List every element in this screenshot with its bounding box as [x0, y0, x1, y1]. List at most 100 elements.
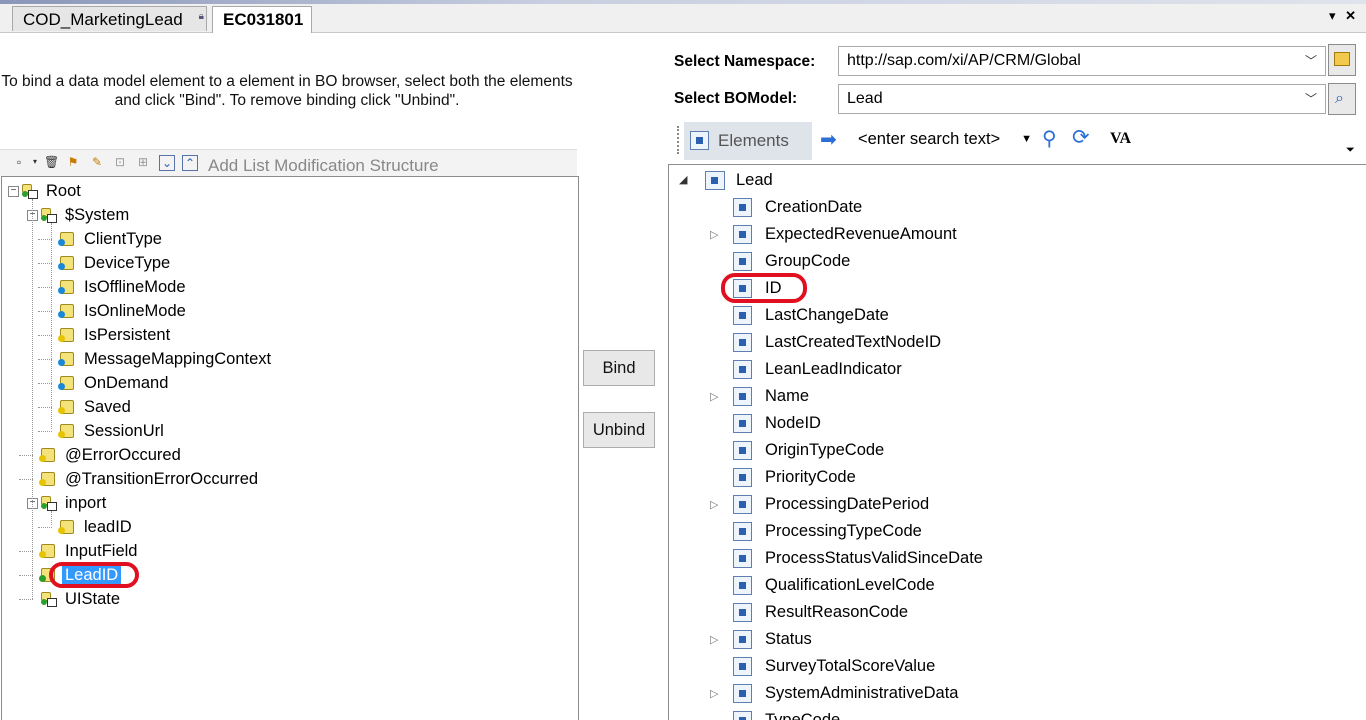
chevron-down-icon[interactable]: ﹀ — [1305, 85, 1317, 113]
hierarchy-icon[interactable]: ⊞ — [136, 155, 150, 169]
bo-tree-node[interactable]: LastChangeDate — [669, 302, 1359, 329]
find-icon[interactable]: ⚲ — [1042, 126, 1057, 151]
elements-toggle[interactable]: Elements — [684, 122, 812, 160]
bo-element-label: SurveyTotalScoreValue — [765, 657, 936, 675]
bo-element-label: ProcessStatusValidSinceDate — [765, 549, 983, 567]
rename-icon[interactable]: ✎ — [90, 155, 104, 169]
collapse-all-icon[interactable]: ⌄ — [159, 155, 175, 171]
tree-connector — [32, 199, 33, 599]
bo-root-node[interactable]: ◢ Lead — [669, 167, 1359, 194]
tree-node[interactable]: − inport — [2, 491, 572, 515]
new-icon[interactable]: ▫ — [12, 155, 26, 169]
tree-node[interactable]: IsOfflineMode — [2, 275, 572, 299]
tree-node[interactable]: IsPersistent — [2, 323, 572, 347]
bo-element-label: GroupCode — [765, 252, 851, 270]
bo-tree-node[interactable]: LeanLeadIndicator — [669, 356, 1359, 383]
tree-connector — [38, 335, 52, 336]
tree-node[interactable]: @ErrorOccured — [2, 443, 572, 467]
namespace-select[interactable]: http://sap.com/xi/AP/CRM/Global ﹀ — [838, 46, 1326, 76]
tree-node[interactable]: SessionUrl — [2, 419, 572, 443]
bo-tree-node[interactable]: PriorityCode — [669, 464, 1359, 491]
bomodel-value: Lead — [847, 90, 883, 107]
close-icon[interactable]: ✕ — [1345, 8, 1356, 23]
bo-tree-node[interactable]: SurveyTotalScoreValue — [669, 653, 1359, 680]
tree-node[interactable]: OnDemand — [2, 371, 572, 395]
bind-button[interactable]: Bind — [583, 350, 655, 386]
tree-connector — [19, 551, 33, 552]
expand-collapse-icon[interactable]: − — [8, 186, 19, 197]
bo-element-tree[interactable]: ◢ Lead CreationDate ▷ ExpectedRevenueAmount G… — [668, 164, 1366, 720]
tree-node[interactable]: − Root — [2, 179, 572, 203]
tab-label: EC031801 — [223, 10, 304, 29]
status-dot — [58, 335, 65, 342]
va-button[interactable]: VA — [1110, 130, 1131, 148]
bo-tree-node[interactable]: ▷ ProcessingDatePeriod — [669, 491, 1359, 518]
pin-icon[interactable]: 🔒︎ — [199, 4, 204, 29]
tree-node[interactable]: LeadID — [2, 562, 572, 588]
tree-node[interactable]: ClientType — [2, 227, 572, 251]
folder-icon — [1334, 52, 1350, 66]
bo-tree-node[interactable]: TypeCode — [669, 707, 1359, 720]
expanded-triangle-icon[interactable]: ◢ — [679, 167, 687, 194]
bo-tree-node[interactable]: ID — [669, 273, 1359, 303]
tree-node[interactable]: Saved — [2, 395, 572, 419]
data-model-tree[interactable]: − Root − $System ClientType DeviceType IsOffli… — [1, 176, 579, 720]
add-list-modification-structure[interactable]: Add List Modification Structure — [208, 156, 439, 176]
bo-tree-node[interactable]: OriginTypeCode — [669, 437, 1359, 464]
bo-tree-node[interactable]: ▷ SystemAdministrativeData — [669, 680, 1359, 707]
bo-tree-node[interactable]: CreationDate — [669, 194, 1359, 221]
tree-node-label: inport — [65, 494, 107, 512]
tab-cod-marketinglead[interactable]: COD_MarketingLead 🔒︎ — [12, 6, 207, 31]
bo-tree-node[interactable]: QualificationLevelCode — [669, 572, 1359, 599]
tree-node[interactable]: leadID — [2, 515, 572, 539]
bo-tree-node[interactable]: NodeID — [669, 410, 1359, 437]
bomodel-search-button[interactable]: ⌕ — [1328, 83, 1356, 115]
tree-connector — [19, 575, 33, 576]
overflow-chevron-icon[interactable]: ⏷ — [1346, 144, 1355, 157]
new-dropdown-icon[interactable]: ▾ — [28, 155, 42, 169]
tree-node-label: IsPersistent — [84, 326, 171, 344]
tree-node[interactable]: DeviceType — [2, 251, 572, 275]
arrow-right-icon[interactable]: ➡ — [820, 127, 837, 152]
expand-triangle-icon[interactable]: ▷ — [710, 222, 718, 249]
tree-connector — [38, 287, 52, 288]
search-icon: ⌕ — [1335, 90, 1344, 107]
bo-tree-node[interactable]: ▷ Name — [669, 383, 1359, 410]
element-icon — [733, 657, 752, 676]
expand-triangle-icon[interactable]: ▷ — [710, 627, 718, 654]
tree-node-label: @ErrorOccured — [65, 446, 181, 464]
expand-triangle-icon[interactable]: ▷ — [710, 384, 718, 411]
bo-tree-node[interactable]: GroupCode — [669, 248, 1359, 275]
tab-list-dropdown-icon[interactable]: ▾ — [1329, 8, 1336, 23]
bomodel-select[interactable]: Lead ﹀ — [838, 84, 1326, 114]
bo-tree-node[interactable]: ▷ Status — [669, 626, 1359, 653]
search-input[interactable]: <enter search text> ▼ — [848, 125, 1036, 155]
expand-triangle-icon[interactable]: ▷ — [710, 492, 718, 519]
delete-icon[interactable]: 🗑︎ — [44, 155, 59, 169]
bo-tree-node[interactable]: ResultReasonCode — [669, 599, 1359, 626]
namespace-browse-button[interactable] — [1328, 44, 1356, 76]
tree-node[interactable]: @TransitionErrorOccurred — [2, 467, 572, 491]
bo-tree-node[interactable]: ProcessingTypeCode — [669, 518, 1359, 545]
bind-structure-icon[interactable]: ⚑ — [66, 155, 80, 169]
bo-tree-node[interactable]: ProcessStatusValidSinceDate — [669, 545, 1359, 572]
lock-icon[interactable]: ⊡ — [113, 155, 127, 169]
expand-all-icon[interactable]: ⌃ — [182, 155, 198, 171]
search-dropdown-icon[interactable]: ▼ — [1021, 133, 1032, 145]
tree-node[interactable]: − $System — [2, 203, 572, 227]
tree-node[interactable]: InputField — [2, 539, 572, 563]
refresh-icon[interactable]: ⟳ — [1072, 125, 1090, 150]
chevron-down-icon[interactable]: ﹀ — [1305, 47, 1317, 75]
bo-tree-node[interactable]: ▷ ExpectedRevenueAmount — [669, 221, 1359, 248]
tree-node[interactable]: UIState — [2, 587, 572, 611]
status-dot — [58, 383, 65, 390]
bo-tree-node[interactable]: LastCreatedTextNodeID — [669, 329, 1359, 356]
element-yellow-icon — [58, 520, 74, 534]
tree-node[interactable]: IsOnlineMode — [2, 299, 572, 323]
structure-icon — [22, 184, 38, 199]
element-yellow-icon — [58, 424, 74, 438]
tab-ec031801[interactable]: EC031801 — [212, 6, 312, 33]
tree-node[interactable]: MessageMappingContext — [2, 347, 572, 371]
expand-triangle-icon[interactable]: ▷ — [710, 681, 718, 708]
unbind-button[interactable]: Unbind — [583, 412, 655, 448]
